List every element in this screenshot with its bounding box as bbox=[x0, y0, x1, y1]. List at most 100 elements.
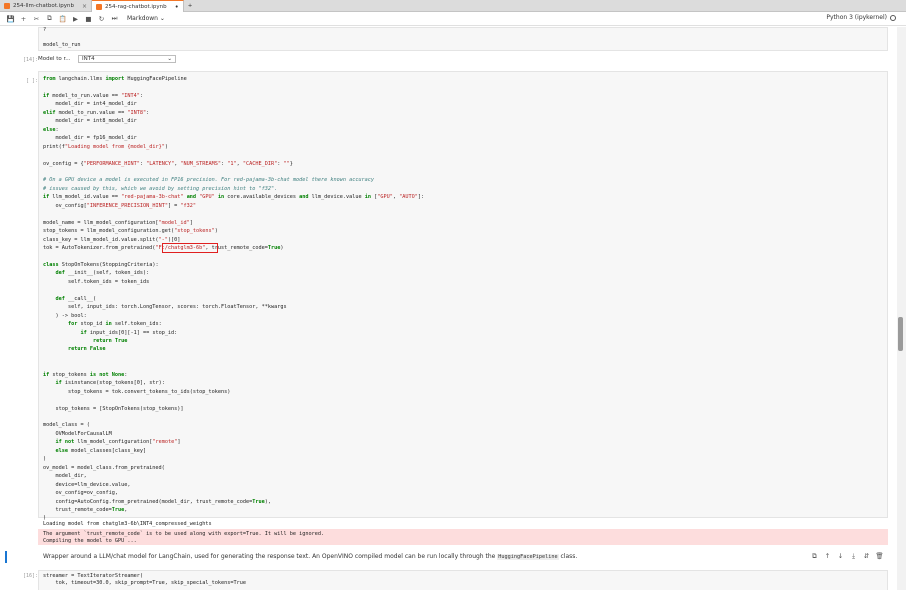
cut-button[interactable]: ✂ bbox=[30, 13, 43, 25]
code-line: model_to_run bbox=[43, 42, 81, 48]
widget-label: Model to r... bbox=[38, 56, 71, 62]
merge-icon[interactable]: ⇵ bbox=[860, 552, 873, 561]
code-line: print(f"Loading model from {model_dir}") bbox=[43, 143, 168, 150]
tab-label: 254-rag-chatbot.ipynb bbox=[104, 3, 167, 10]
tab-llm-chatbot[interactable]: 254-llm-chatbot.ipynb × bbox=[0, 0, 92, 12]
code-line: model_name = llm_model_configuration["mo… bbox=[43, 219, 193, 226]
highlight-annotation-box bbox=[162, 243, 218, 253]
code-line: from langchain.llms import HuggingFacePi… bbox=[43, 76, 187, 82]
notebook-toolbar: 💾 + ✂ ⧉ 📋 ▶ ■ ↻ ⏭ Markdown ⌄ bbox=[0, 12, 906, 26]
code-line: ov_model = model_class.from_pretrained( bbox=[43, 464, 165, 471]
cell-prompt: [ ]: bbox=[25, 78, 38, 84]
stdout-output: Loading model from chatglm3-6b\INT4_comp… bbox=[43, 521, 212, 527]
code-line: if isinstance(stop_tokens[0], str): bbox=[55, 380, 165, 387]
move-down-icon[interactable]: ↓ bbox=[834, 552, 847, 561]
code-line: if stop_tokens is not None: bbox=[43, 371, 128, 378]
code-line: ov_config["INFERENCE_PRECISION_HINT"] = … bbox=[43, 202, 197, 209]
model-dropdown[interactable]: INT4 ⌄ bbox=[78, 55, 176, 63]
code-line: streamer = TextIteratorStreamer( bbox=[43, 573, 143, 579]
move-up-icon[interactable]: ↑ bbox=[821, 552, 834, 561]
code-line: def __init__(self, token_ids): bbox=[55, 270, 150, 277]
code-line: else model_classes[class_key] bbox=[55, 447, 147, 454]
code-cell[interactable] bbox=[38, 27, 888, 51]
tab-rag-chatbot[interactable]: 254-rag-chatbot.ipynb • bbox=[91, 0, 184, 12]
cell-prompt: [16]: bbox=[22, 573, 38, 579]
code-line: model_class = ( bbox=[43, 422, 90, 429]
code-line: if not llm_model_configuration["remote"] bbox=[55, 439, 181, 446]
stderr-line: The argument `trust_remote_code` is to b… bbox=[43, 531, 325, 537]
notebook-icon bbox=[4, 3, 10, 9]
close-icon[interactable]: × bbox=[82, 3, 87, 10]
code-line: class_key = llm_model_id.value.split("-"… bbox=[43, 236, 181, 243]
code-line: device=llm_device.value, bbox=[43, 481, 131, 488]
code-line: self.token_ids = token_ids bbox=[43, 278, 150, 285]
code-line: OVModelForCausalLM bbox=[43, 430, 112, 437]
code-line: self, input_ids: torch.LongTensor, score… bbox=[43, 304, 287, 311]
code-line: stop_tokens = [StopOnTokens(stop_tokens)… bbox=[43, 405, 184, 412]
copy-button[interactable]: ⧉ bbox=[43, 13, 56, 25]
notebook-icon bbox=[95, 3, 102, 10]
unsaved-dot-icon[interactable]: • bbox=[175, 3, 179, 11]
code-line: ov_config=ov_config, bbox=[43, 490, 118, 497]
active-cell-indicator bbox=[5, 551, 7, 563]
code-line: # issues caused by this, which we avoid … bbox=[43, 185, 278, 192]
code-line: return False bbox=[68, 346, 106, 353]
model-select-widget[interactable]: Model to r... INT4 ⌄ bbox=[38, 55, 176, 63]
code-line: model_dir = int8_model_dir bbox=[43, 118, 137, 125]
markdown-text: class. bbox=[558, 553, 578, 560]
code-line: ov_config = {"PERFORMANCE_HINT": "LATENC… bbox=[43, 160, 293, 167]
markdown-inline-code: HuggingFacePipeline bbox=[497, 554, 559, 560]
markdown-text: Wrapper around a LLM/chat model for Lang… bbox=[43, 553, 498, 560]
cell-prompt: [14]: bbox=[22, 57, 38, 63]
code-line: elif model_to_run.value == "INT8": bbox=[43, 109, 150, 116]
code-line: return True bbox=[92, 337, 128, 344]
scrollbar-thumb[interactable] bbox=[898, 317, 903, 351]
chevron-down-icon: ⌄ bbox=[167, 56, 172, 62]
stderr-output: The argument `trust_remote_code` is to b… bbox=[38, 529, 888, 545]
code-line: for stop_id in self.token_ids: bbox=[68, 321, 162, 328]
save-button[interactable]: 💾 bbox=[4, 13, 17, 25]
restart-button[interactable]: ↻ bbox=[95, 13, 108, 25]
cell-type-value: Markdown bbox=[127, 15, 158, 22]
code-line: model_dir = fp16_model_dir bbox=[43, 135, 137, 142]
chevron-down-icon: ⌄ bbox=[159, 15, 165, 22]
new-tab-button[interactable]: + bbox=[184, 0, 197, 12]
code-line: if input_ids[0][-1] == stop_id: bbox=[80, 329, 178, 336]
kernel-status-icon bbox=[890, 14, 896, 21]
code-line: if model_to_run.value == "INT4": bbox=[43, 92, 143, 99]
delete-cell-icon[interactable]: 🗑 bbox=[873, 552, 886, 561]
code-line: model_dir, bbox=[43, 473, 87, 480]
code-line: else: bbox=[43, 126, 59, 133]
insert-below-icon[interactable]: ⤓ bbox=[847, 552, 860, 561]
tab-label: 254-llm-chatbot.ipynb bbox=[13, 3, 74, 9]
run-button[interactable]: ▶ bbox=[69, 13, 82, 25]
markdown-cell[interactable]: Wrapper around a LLM/chat model for Lang… bbox=[43, 553, 577, 560]
add-cell-button[interactable]: + bbox=[17, 13, 30, 25]
code-line: trust_remote_code=True, bbox=[43, 506, 128, 513]
duplicate-cell-icon[interactable]: ⧉ bbox=[808, 552, 821, 561]
code-line: def __call__( bbox=[55, 295, 97, 302]
code-line: ) -> bool: bbox=[43, 312, 87, 319]
code-line: model_dir = int4_model_dir bbox=[43, 101, 137, 108]
cell-type-select[interactable]: Markdown ⌄ bbox=[127, 15, 165, 22]
tab-bar: 254-llm-chatbot.ipynb × 254-rag-chatbot.… bbox=[0, 0, 906, 12]
code-cell-main[interactable] bbox=[38, 71, 888, 518]
code-line: ) bbox=[43, 456, 47, 463]
code-line: # On a GPU device a model is executed in… bbox=[43, 177, 375, 184]
vertical-scrollbar[interactable] bbox=[897, 27, 906, 590]
code-line: stop_tokens = llm_model_configuration.ge… bbox=[43, 228, 218, 235]
code-line: ? bbox=[43, 27, 47, 33]
code-line: if llm_model_id.value == "red-pajama-3b-… bbox=[43, 194, 425, 201]
code-line: config=AutoConfig.from_pretrained(model_… bbox=[43, 498, 272, 505]
stop-button[interactable]: ■ bbox=[82, 13, 95, 25]
stderr-line: Compiling the model to GPU ... bbox=[43, 538, 137, 544]
code-line: tok, timeout=30.0, skip_prompt=True, ski… bbox=[43, 580, 247, 586]
code-line: class StopOnTokens(StoppingCriteria): bbox=[43, 261, 159, 268]
paste-button[interactable]: 📋 bbox=[56, 13, 69, 25]
kernel-name: Python 3 (ipykernel) bbox=[826, 14, 887, 21]
code-line: stop_tokens = tok.convert_tokens_to_ids(… bbox=[43, 388, 231, 395]
run-all-button[interactable]: ⏭ bbox=[108, 13, 121, 25]
kernel-indicator[interactable]: Python 3 (ipykernel) bbox=[826, 14, 896, 21]
cell-toolbar: ⧉ ↑ ↓ ⤓ ⇵ 🗑 bbox=[808, 552, 886, 561]
dropdown-value: INT4 bbox=[82, 56, 95, 62]
